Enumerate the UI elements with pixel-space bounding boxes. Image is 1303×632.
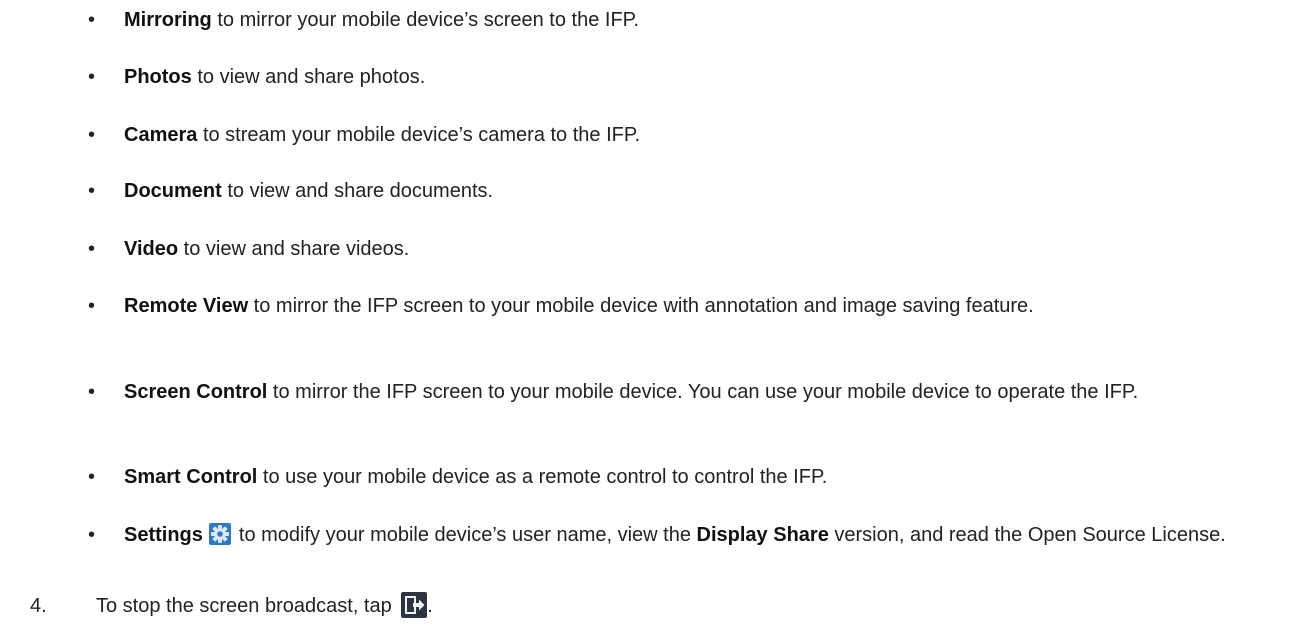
exit-broadcast-icon [401,592,428,618]
bullet: • [88,524,96,546]
item-term: Document [124,180,222,202]
document-page: • Mirroring to mirror your mobile device… [0,0,1303,632]
item-term: Remote View [124,295,249,317]
item-description: to modify your mobile device’s user name… [238,524,697,546]
step-number: 4. [30,595,47,617]
item-term: Smart Control [124,466,258,488]
bullet: • [88,466,96,488]
item-description: to view and share videos. [178,238,410,260]
bullet: • [88,381,96,403]
bullet: • [88,238,96,260]
bullet: • [88,180,96,202]
settings-gear-icon [208,523,231,545]
item-description: to mirror the IFP screen to your mobile … [248,295,1034,317]
item-description: to view and share documents. [221,180,494,202]
item-term: Settings [124,524,203,546]
item-description-end: version, and read the Open Source Licens… [828,524,1226,546]
item-description: to stream your mobile device’s camera to… [197,124,641,146]
item-description: to view and share photos. [191,66,426,88]
app-name: Display Share [696,524,829,546]
step-text: To stop the screen broadcast, tap [96,595,398,617]
step-end: . [427,595,433,617]
item-term: Camera [124,124,198,146]
item-term: Screen Control [124,381,268,403]
item-description: to mirror your mobile device’s screen to… [211,9,639,31]
item-description: to use your mobile device as a remote co… [257,466,828,488]
item-term: Video [124,238,179,260]
bullet: • [88,66,96,88]
bullet: • [88,124,96,146]
bullet: • [88,295,96,317]
item-term: Mirroring [124,9,212,31]
item-description: to mirror the IFP screen to your mobile … [267,381,1139,403]
item-term: Photos [124,66,192,88]
bullet: • [88,9,96,31]
